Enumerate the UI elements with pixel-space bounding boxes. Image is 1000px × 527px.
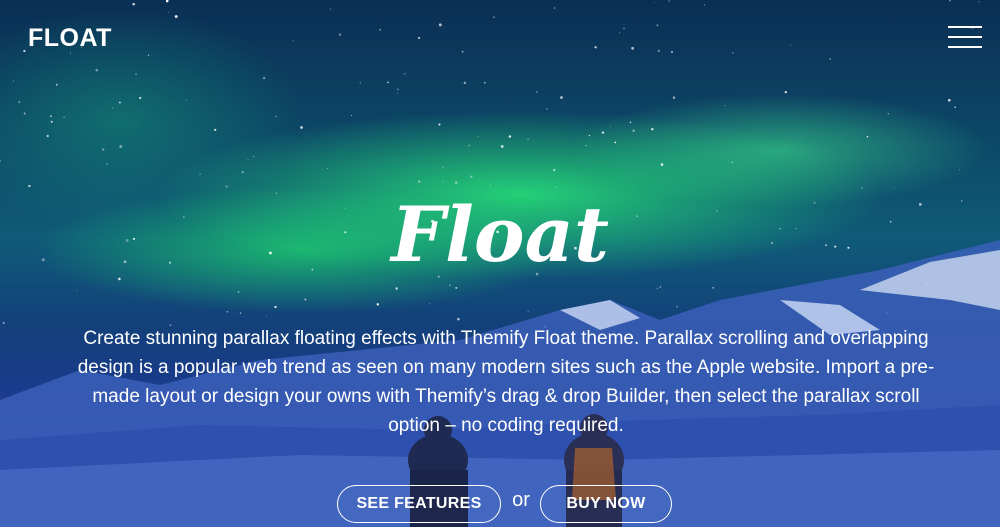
menu-bar (948, 26, 982, 28)
hero-description: Create stunning parallax floating effect… (77, 328, 935, 436)
hamburger-menu-icon[interactable] (948, 26, 982, 50)
cta-row: SEE FEATURES or BUY NOW (0, 485, 1000, 525)
menu-bar (948, 46, 982, 48)
buy-now-button[interactable]: BUY NOW (540, 485, 672, 523)
site-logo[interactable]: FLOAT (28, 24, 112, 53)
see-features-button[interactable]: SEE FEATURES (337, 485, 501, 523)
menu-bar (948, 36, 982, 38)
hero-title: Float (391, 190, 609, 279)
or-separator: or (512, 489, 530, 511)
